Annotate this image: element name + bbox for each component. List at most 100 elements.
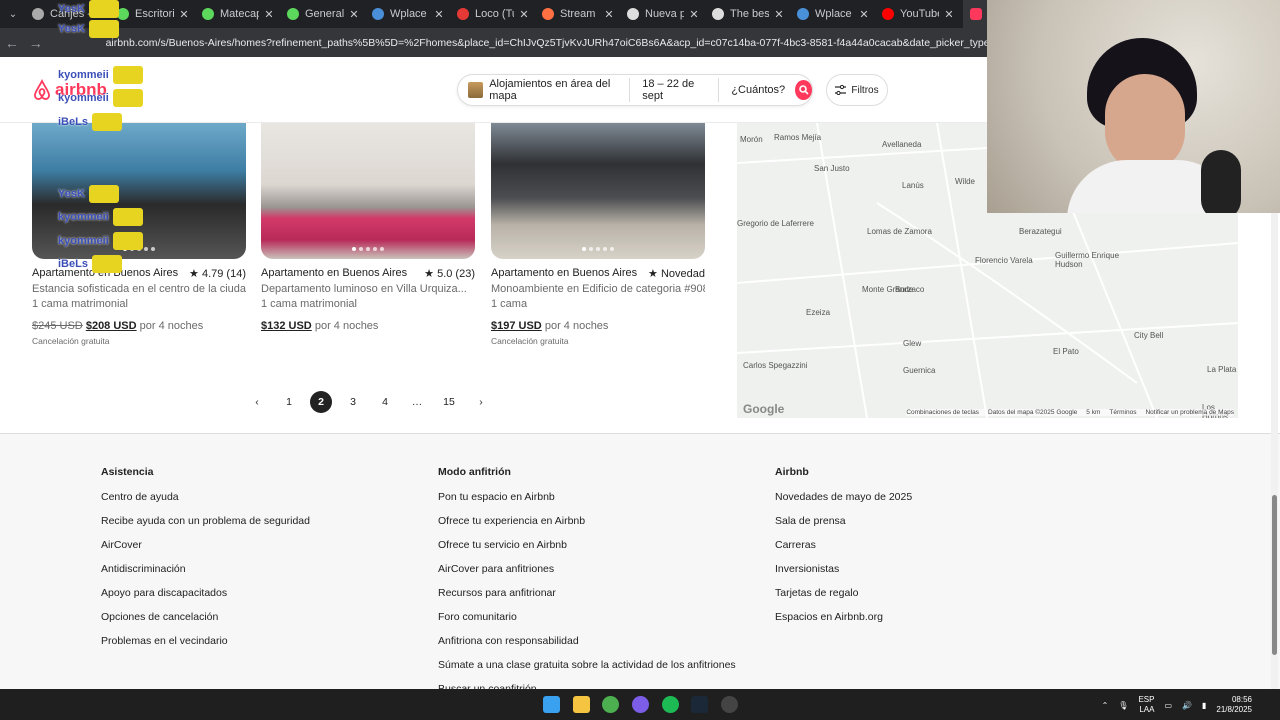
footer-link[interactable]: Inversionistas [775, 559, 912, 583]
obs-icon[interactable] [721, 696, 738, 713]
page-15[interactable]: 15 [438, 391, 460, 413]
footer-link[interactable]: Problemas en el vecindario [101, 631, 310, 655]
footer-link[interactable]: Foro comunitario [438, 607, 736, 631]
browser-tab[interactable]: Stream pa ✕ [536, 0, 621, 28]
browser-tab[interactable]: Nueva pes ✕ [621, 0, 706, 28]
footer-link[interactable]: AirCover para anfitriones [438, 559, 736, 583]
browser-tab[interactable]: Wplace - E ✕ [366, 0, 451, 28]
battery-icon[interactable]: ▮ [1202, 701, 1206, 710]
browser-tab[interactable]: Loco (Tu F ✕ [451, 0, 536, 28]
page-2-current[interactable]: 2 [310, 391, 332, 413]
forward-arrow-icon[interactable]: → [24, 35, 48, 51]
close-tab-icon[interactable]: ✕ [603, 8, 615, 21]
network-icon[interactable]: ▭ [1164, 701, 1172, 710]
footer-link[interactable]: Ofrece tu experiencia en Airbnb [438, 511, 736, 535]
listing-new-price[interactable]: $208 USD [86, 320, 137, 332]
footer-link[interactable]: Anfitriona con responsabilidad [438, 631, 736, 655]
map-scale[interactable]: 5 km [1086, 409, 1100, 416]
page-3[interactable]: 3 [342, 391, 364, 413]
page-1[interactable]: 1 [278, 391, 300, 413]
close-tab-icon[interactable]: ✕ [943, 8, 955, 21]
back-arrow-icon[interactable]: ← [0, 35, 24, 51]
listing-rating: ★ 5.0 (23) [424, 268, 475, 280]
airbnb-favicon [970, 8, 982, 20]
tab-title: Loco (Tu F [475, 8, 514, 20]
clock[interactable]: 08:56 21/8/2025 [1216, 695, 1252, 715]
emote-icon [112, 66, 143, 84]
tab-favicon-icon [372, 8, 384, 20]
page-4[interactable]: 4 [374, 391, 396, 413]
footer-link[interactable]: Centro de ayuda [101, 487, 310, 511]
language-indicator[interactable]: ESP LAA [1138, 695, 1154, 715]
listing-photo[interactable] [261, 123, 475, 259]
emote-icon [91, 255, 122, 273]
microphone-tray-icon[interactable]: 🎙 [1118, 701, 1128, 710]
tab-airbnb-active[interactable] [963, 0, 989, 28]
tab-title: Escritorio [135, 8, 174, 20]
chat-username: YesK [58, 22, 85, 35]
tab-search-icon[interactable]: ⌄ [0, 0, 26, 28]
search-dates[interactable]: 18 – 22 de sept [630, 78, 720, 102]
listing-card[interactable]: Apartamento en Buenos Aires ★ Novedad Mon… [491, 123, 705, 346]
close-tab-icon[interactable]: ✕ [688, 8, 700, 21]
footer-link[interactable]: Súmate a una clase gratuita sobre la act… [438, 655, 736, 679]
footer-link[interactable]: Ofrece tu servicio en Airbnb [438, 535, 736, 559]
footer-link[interactable]: Antidiscriminación [101, 559, 310, 583]
browser-tab[interactable]: The best C ✕ [706, 0, 791, 28]
map-place-label: Avellaneda [882, 140, 922, 149]
browser-tab[interactable]: Wplace - E ✕ [791, 0, 876, 28]
close-tab-icon[interactable]: ✕ [178, 8, 190, 21]
map-terms-link[interactable]: Términos [1109, 409, 1136, 416]
footer-link[interactable]: Opciones de cancelación [101, 607, 310, 631]
next-page-button[interactable]: › [470, 391, 492, 413]
search-bar[interactable]: Alojamientos en área del mapa 18 – 22 de… [457, 74, 813, 106]
search-guests[interactable]: ¿Cuántos? [719, 84, 795, 96]
footer-link[interactable]: Espacios en Airbnb.org [775, 607, 912, 631]
footer-link[interactable]: Tarjetas de regalo [775, 583, 912, 607]
spotify-icon[interactable] [662, 696, 679, 713]
listing-photo[interactable] [491, 123, 705, 259]
chat-overlay-message: kyommeii [58, 232, 143, 250]
footer-link[interactable]: Pon tu espacio en Airbnb [438, 487, 736, 511]
close-tab-icon[interactable]: ✕ [433, 8, 445, 21]
footer-link[interactable]: Novedades de mayo de 2025 [775, 487, 912, 511]
close-tab-icon[interactable]: ✕ [773, 8, 785, 21]
footer-link[interactable]: Apoyo para discapacitados [101, 583, 310, 607]
browser-tab[interactable]: Matecapp ✕ [196, 0, 281, 28]
steam-icon[interactable] [691, 696, 708, 713]
close-tab-icon[interactable]: ✕ [858, 8, 870, 21]
listing-description: Monoambiente en Edificio de categoria #9… [491, 283, 705, 295]
map-shortcuts-link[interactable]: Combinaciones de teclas [906, 409, 979, 416]
chat-username: YesK [58, 2, 85, 15]
listing-card[interactable]: Apartamento en Buenos Aires ★ 5.0 (23) De… [261, 123, 475, 332]
windows-start-icon[interactable] [543, 696, 560, 713]
close-tab-icon[interactable]: ✕ [263, 8, 275, 21]
close-tab-icon[interactable]: ✕ [348, 8, 360, 21]
search-location[interactable]: Alojamientos en área del mapa [489, 78, 631, 102]
close-tab-icon[interactable]: ✕ [518, 8, 530, 21]
browser-tab[interactable]: Escritorio ✕ [111, 0, 196, 28]
footer-link[interactable]: Carreras [775, 535, 912, 559]
footer-link[interactable]: Recibe ayuda con un problema de segurida… [101, 511, 310, 535]
footer-link[interactable]: AirCover [101, 535, 310, 559]
volume-icon[interactable]: 🔊 [1182, 701, 1192, 710]
scrollbar-thumb[interactable] [1272, 495, 1277, 655]
footer-column-modo-anfitrion: Modo anfitrión Pon tu espacio en Airbnb Of… [438, 466, 736, 703]
tray-expand-icon[interactable]: ⌃ [1102, 701, 1109, 710]
search-button[interactable] [795, 80, 813, 100]
url-field[interactable]: airbnb.com/s/Buenos-Aires/homes?refineme… [106, 37, 988, 49]
browser-tab[interactable]: YouTube ✕ [876, 0, 961, 28]
map-place-label: El Pato [1053, 347, 1079, 356]
footer-link[interactable]: Recursos para anfitrionar [438, 583, 736, 607]
filters-button[interactable]: Filtros [826, 74, 888, 106]
browser-tab[interactable]: General - E ✕ [281, 0, 366, 28]
map-report-link[interactable]: Notificar un problema de Maps [1145, 409, 1234, 416]
listing-new-price[interactable]: $132 USD [261, 320, 312, 332]
file-explorer-icon[interactable] [573, 696, 590, 713]
discord-icon[interactable] [632, 696, 649, 713]
chrome-icon[interactable] [602, 696, 619, 713]
footer-link[interactable]: Sala de prensa [775, 511, 912, 535]
prev-page-button[interactable]: ‹ [246, 391, 268, 413]
chat-overlay-message: iBeLs [58, 113, 122, 131]
listing-new-price[interactable]: $197 USD [491, 320, 542, 332]
